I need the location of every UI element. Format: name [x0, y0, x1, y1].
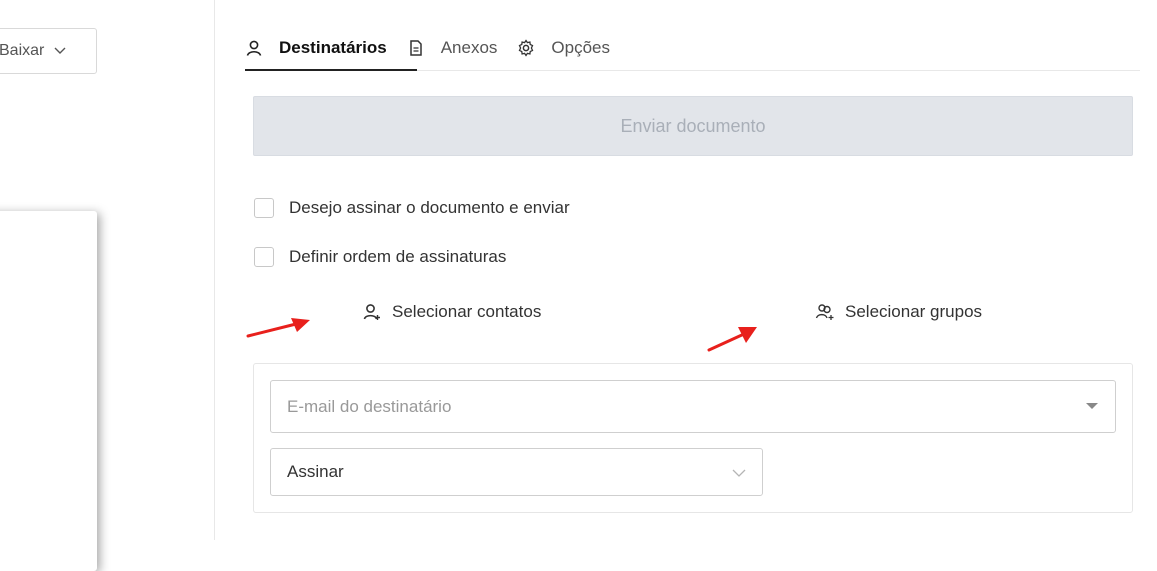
tab-label: Anexos: [440, 38, 498, 57]
chevron-down-icon: [732, 465, 746, 483]
send-document-label: Enviar documento: [620, 115, 766, 136]
caret-down-icon[interactable]: [1086, 403, 1098, 409]
signature-order-label: Definir ordem de assinaturas: [289, 247, 507, 266]
select-contacts-label: Selecionar contatos: [392, 302, 542, 321]
recipient-email-placeholder: E-mail do destinatário: [287, 396, 452, 416]
download-button-label: Baixar: [0, 42, 45, 59]
tab-label: Opções: [551, 38, 610, 57]
tab-anexos[interactable]: Anexos: [407, 26, 498, 70]
download-button[interactable]: Baixar: [0, 28, 97, 74]
signature-action-value: Assinar: [287, 462, 344, 481]
recipient-email-field[interactable]: E-mail do destinatário: [270, 380, 1116, 433]
tab-bar: Destinatários Anexos Opções: [245, 24, 630, 72]
gear-icon: [517, 39, 535, 57]
left-pane: Baixar: [0, 0, 215, 571]
tab-opcoes[interactable]: Opções: [517, 26, 610, 70]
annotation-arrow-contacts: [246, 318, 310, 338]
active-tab-indicator: [245, 69, 417, 71]
send-document-button[interactable]: Enviar documento: [253, 96, 1133, 156]
sign-and-send-checkbox[interactable]: [254, 198, 274, 218]
user-add-icon: [362, 302, 382, 322]
annotation-arrow-groups: [707, 327, 757, 352]
document-preview-card: [0, 211, 97, 571]
signature-order-option[interactable]: Definir ordem de assinaturas: [254, 247, 506, 267]
sign-and-send-label: Desejo assinar o documento e enviar: [289, 198, 570, 217]
users-add-icon: [815, 302, 835, 322]
signature-order-checkbox[interactable]: [254, 247, 274, 267]
tab-destinatarios[interactable]: Destinatários: [245, 26, 387, 70]
pane-divider: [214, 0, 215, 540]
select-groups-label: Selecionar grupos: [845, 302, 983, 321]
user-icon: [245, 39, 263, 57]
document-icon: [407, 39, 425, 57]
tab-label: Destinatários: [279, 38, 387, 57]
signature-action-select[interactable]: Assinar: [270, 448, 763, 496]
sign-and-send-option[interactable]: Desejo assinar o documento e enviar: [254, 198, 570, 218]
select-groups-link[interactable]: Selecionar grupos: [815, 302, 982, 322]
select-contacts-link[interactable]: Selecionar contatos: [362, 302, 541, 322]
chevron-down-icon: [54, 42, 66, 60]
